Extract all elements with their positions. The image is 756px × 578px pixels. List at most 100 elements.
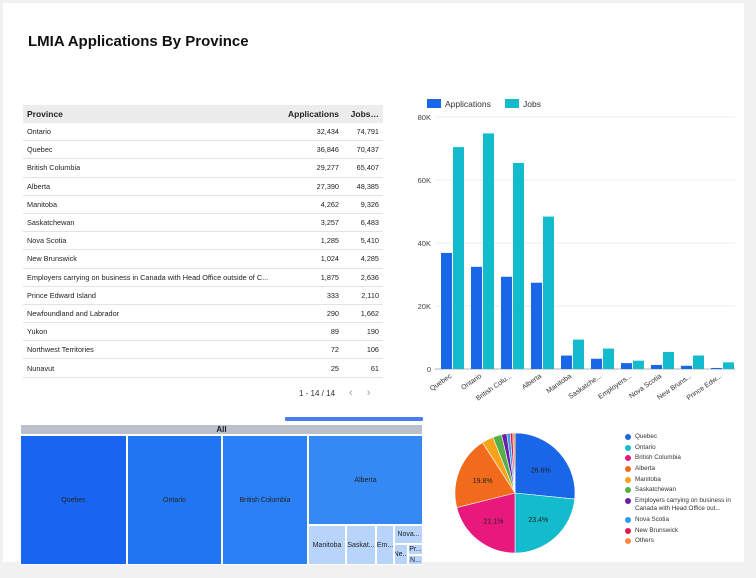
- cell-jobs: 70,437: [356, 145, 379, 155]
- legend-item[interactable]: Saskatchewan: [625, 486, 745, 494]
- legend-swatch: [427, 99, 441, 108]
- legend-dot-icon: [625, 476, 631, 483]
- bar-chart: Applications Jobs 0 20K 40K 60K 80K Quebec Ontar…: [418, 99, 735, 403]
- x-tick-label: Manitoba: [546, 373, 574, 395]
- treemap-cell[interactable]: British Columbia: [222, 435, 308, 565]
- y-tick-label: 60K: [418, 176, 431, 185]
- cell-applications: 1,024: [320, 254, 339, 264]
- next-page-icon[interactable]: ›: [367, 387, 371, 399]
- cell-province: Quebec: [27, 145, 53, 155]
- cell-province: Manitoba: [27, 199, 58, 209]
- bar-jobs: [603, 348, 614, 369]
- cell-applications: 3,257: [320, 218, 339, 228]
- cell-applications: 1,875: [320, 272, 339, 282]
- cell-province: Yukon: [27, 327, 48, 337]
- table-row: Employers carrying on business in Canada…: [23, 269, 383, 287]
- table-row: Quebec 36,846 70,437: [23, 141, 383, 160]
- legend-item[interactable]: Ontario: [625, 444, 745, 452]
- legend-label: Employers carrying on business in Canada…: [635, 497, 731, 513]
- bar-applications: [681, 365, 692, 369]
- prev-page-icon[interactable]: ‹: [349, 387, 353, 399]
- treemap-cell[interactable]: Em...: [376, 525, 394, 565]
- y-tick-label: 0: [427, 365, 431, 374]
- cell-jobs: 9,326: [360, 199, 379, 209]
- pie-slice-label: 19.8%: [473, 478, 493, 485]
- treemap-cell[interactable]: Ne...: [394, 544, 408, 565]
- bar-jobs: [483, 133, 494, 369]
- cell-jobs: 106: [366, 345, 379, 355]
- treemap-cell[interactable]: Ontario: [127, 435, 222, 565]
- legend-dot-icon: [625, 527, 631, 534]
- treemap-cell[interactable]: Saskat...: [346, 525, 376, 565]
- cell-applications: 27,390: [316, 181, 339, 191]
- table-row: Newfoundland and Labrador 290 1,662: [23, 305, 383, 324]
- legend-dot-icon: [625, 498, 631, 505]
- bar-jobs: [453, 147, 464, 369]
- bar-jobs: [573, 339, 584, 369]
- cell-jobs: 2,110: [361, 290, 379, 300]
- cell-jobs: 5,410: [360, 236, 379, 246]
- bar-applications: [591, 358, 602, 369]
- report-canvas: LMIA Applications By Province Province A…: [3, 3, 745, 565]
- cell-jobs: 6,483: [360, 218, 379, 228]
- bar-jobs: [723, 362, 734, 369]
- cell-jobs: 1,662: [360, 308, 379, 318]
- legend-label: Manitoba: [635, 475, 661, 483]
- cell-applications: 89: [330, 327, 339, 337]
- legend-dot-icon: [625, 487, 631, 494]
- bar-jobs: [543, 216, 554, 369]
- pie-legend: Quebec Ontario British Columbia Alberta Mani…: [625, 433, 745, 548]
- legend-item[interactable]: Manitoba: [625, 476, 745, 484]
- table-row: Manitoba 4,262 9,326: [23, 196, 383, 214]
- cell-province: Employers carrying on business in Canada…: [27, 272, 269, 282]
- legend-dot-icon: [625, 434, 631, 440]
- treemap-cell[interactable]: N...: [408, 555, 423, 565]
- treemap-cell[interactable]: Alberta: [308, 435, 423, 525]
- cell-jobs: 48,385: [356, 181, 379, 191]
- treemap-header[interactable]: All: [20, 424, 423, 435]
- bar-jobs: [663, 351, 674, 369]
- col-header-applications[interactable]: Applications: [279, 109, 343, 119]
- legend-item[interactable]: Quebec: [625, 433, 745, 441]
- legend-item[interactable]: Others: [625, 537, 745, 545]
- cell-jobs: 190: [366, 327, 379, 337]
- x-tick-label: Employers...: [597, 373, 633, 401]
- bar-applications: [621, 363, 632, 369]
- table-row: Yukon 89 190: [23, 323, 383, 342]
- legend-item[interactable]: Employers carrying on business in Canada…: [625, 497, 745, 513]
- legend-item[interactable]: Nova Scotia: [625, 516, 745, 524]
- table-row: Nova Scotia 1,285 5,410: [23, 232, 383, 251]
- treemap-cell[interactable]: Nova...: [394, 525, 423, 544]
- treemap-cell[interactable]: Quebec: [20, 435, 127, 565]
- bar-applications: [471, 266, 482, 369]
- legend-item[interactable]: Alberta: [625, 465, 745, 473]
- legend-dot-icon: [625, 538, 631, 545]
- y-tick-label: 20K: [418, 302, 431, 311]
- col-header-province[interactable]: Province: [23, 109, 279, 119]
- table-header: Province Applications Jobs…: [23, 105, 383, 123]
- bar-applications: [651, 364, 662, 369]
- legend-item[interactable]: British Columbia: [625, 454, 745, 462]
- legend-label: British Columbia: [635, 454, 681, 462]
- cell-province: British Columbia: [27, 163, 81, 173]
- horizontal-scrollbar[interactable]: [285, 417, 423, 421]
- legend-item[interactable]: New Brunswick: [625, 527, 745, 535]
- treemap-cell[interactable]: Pr...: [408, 544, 423, 555]
- x-tick-label: Ontario: [460, 373, 483, 392]
- cell-province: Newfoundland and Labrador: [27, 308, 120, 318]
- treemap-cell[interactable]: Manitoba: [308, 525, 346, 565]
- pagination-label: 1 - 14 / 14: [299, 388, 336, 398]
- cell-province: Prince Edward Island: [27, 290, 96, 300]
- table-row: Northwest Territories 72 106: [23, 341, 383, 360]
- cell-applications: 1,285: [320, 236, 339, 246]
- pie-chart: 26.6% 23.4% 21.1% 19.8%: [454, 432, 576, 554]
- pie-slice-label: 26.6%: [531, 468, 551, 475]
- cell-applications: 36,846: [316, 145, 339, 155]
- cell-province: Northwest Territories: [27, 345, 94, 355]
- cell-province: Nova Scotia: [27, 236, 67, 246]
- cell-province: Alberta: [27, 181, 51, 191]
- cell-province: Ontario: [27, 127, 51, 137]
- bar-applications: [501, 276, 512, 369]
- col-header-jobs[interactable]: Jobs…: [343, 109, 383, 119]
- x-tick-label: Quebec: [429, 373, 454, 393]
